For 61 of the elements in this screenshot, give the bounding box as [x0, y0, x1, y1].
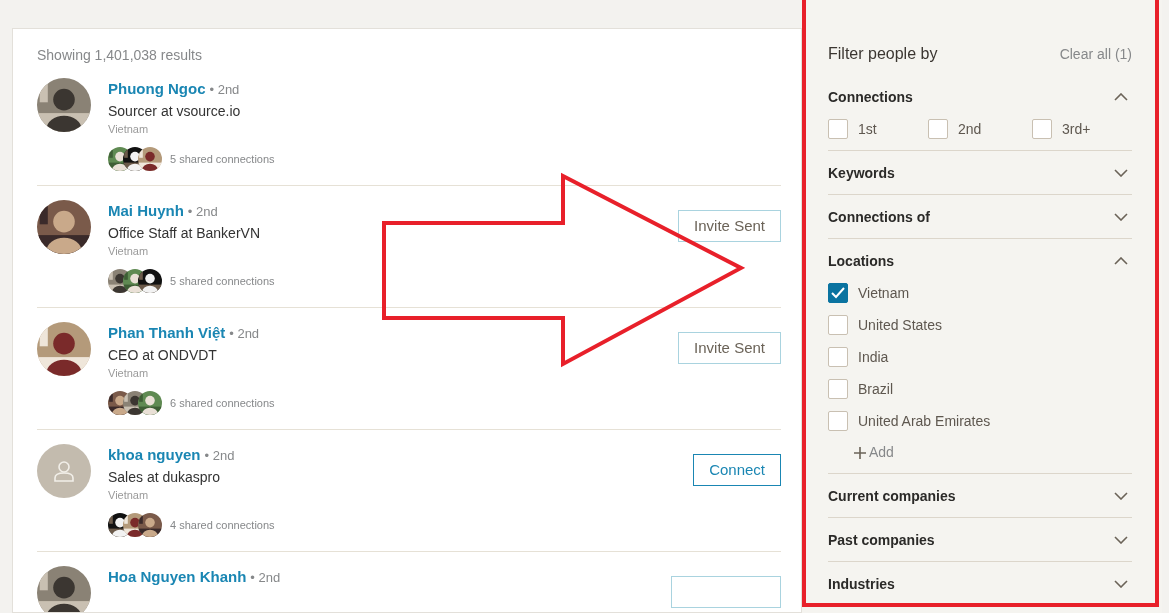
section-heading: Keywords: [828, 163, 895, 183]
results-count: Showing 1,401,038 results: [37, 46, 203, 65]
checkbox[interactable]: [828, 411, 848, 431]
checkbox[interactable]: [828, 315, 848, 335]
shared-connections-link[interactable]: 5 shared connections: [170, 150, 275, 168]
section-heading: Locations: [828, 251, 895, 271]
location: Vietnam: [108, 243, 150, 259]
connect-button[interactable]: Connect: [693, 454, 781, 486]
chevron-up-icon[interactable]: [1114, 257, 1128, 265]
invite-sent-button[interactable]: Invite Sent: [678, 210, 781, 242]
invite-sent-button[interactable]: Invite Sent: [678, 332, 781, 364]
headline: Office Staff at BankerVN: [108, 223, 261, 243]
checkbox[interactable]: [928, 119, 948, 139]
checkbox-label: 1st: [858, 119, 877, 139]
checkbox-label: India: [858, 347, 889, 367]
section-heading: Connections of: [828, 207, 930, 227]
checkbox[interactable]: [1032, 119, 1052, 139]
person-name-link[interactable]: Phan Thanh Việt: [108, 322, 226, 345]
checkbox-label: 2nd: [958, 119, 982, 139]
location: Vietnam: [108, 365, 150, 381]
headline: Sales at dukaspro: [108, 467, 222, 487]
connection-degree: • 2nd: [204, 447, 235, 465]
chevron-up-icon[interactable]: [1114, 93, 1128, 101]
chevron-down-icon[interactable]: [1114, 169, 1128, 177]
person-name-link[interactable]: Phuong Ngoc: [108, 78, 206, 101]
checkbox[interactable]: [828, 119, 848, 139]
checkbox-label: United Arab Emirates: [858, 411, 991, 431]
checkbox-label: 3rd+: [1062, 119, 1091, 139]
chevron-down-icon[interactable]: [1114, 492, 1128, 500]
chevron-down-icon[interactable]: [1114, 536, 1128, 544]
connection-degree: • 2nd: [187, 203, 218, 221]
checkbox-label: Vietnam: [858, 283, 910, 303]
connection-degree: • 2nd: [229, 325, 260, 343]
checkbox[interactable]: [828, 283, 848, 303]
checkbox[interactable]: [828, 379, 848, 399]
checkbox[interactable]: [828, 347, 848, 367]
connection-degree: • 2nd: [250, 569, 281, 587]
plus-icon[interactable]: [854, 446, 866, 459]
shared-connections-link[interactable]: 4 shared connections: [170, 516, 275, 534]
connection-degree: • 2nd: [209, 81, 240, 99]
section-heading: Past companies: [828, 530, 935, 550]
shared-connections-link[interactable]: 6 shared connections: [170, 394, 275, 412]
location: Vietnam: [108, 121, 150, 137]
chevron-down-icon[interactable]: [1114, 213, 1128, 221]
section-heading: Current companies: [828, 486, 956, 506]
section-heading: Industries: [828, 574, 895, 594]
section-heading: Connections: [828, 87, 913, 107]
add-link[interactable]: Add: [869, 442, 894, 463]
checkbox-label: Brazil: [858, 379, 893, 399]
person-name-link[interactable]: Hoa Nguyen Khanh: [108, 566, 247, 589]
clear-all-link[interactable]: Clear all (1): [1059, 43, 1132, 65]
checkbox-label: United States: [858, 315, 943, 335]
person-name-link[interactable]: Mai Huynh: [108, 200, 184, 223]
chevron-down-icon[interactable]: [1114, 580, 1128, 588]
headline: Sourcer at vsource.io: [108, 101, 242, 121]
filter-title: Filter people by: [828, 44, 938, 64]
person-name-link[interactable]: khoa nguyen: [108, 444, 201, 467]
location: Vietnam: [108, 487, 150, 503]
headline: CEO at ONDVDT: [108, 345, 218, 365]
person-icon: [53, 460, 75, 482]
shared-connections-link[interactable]: 5 shared connections: [170, 272, 275, 290]
